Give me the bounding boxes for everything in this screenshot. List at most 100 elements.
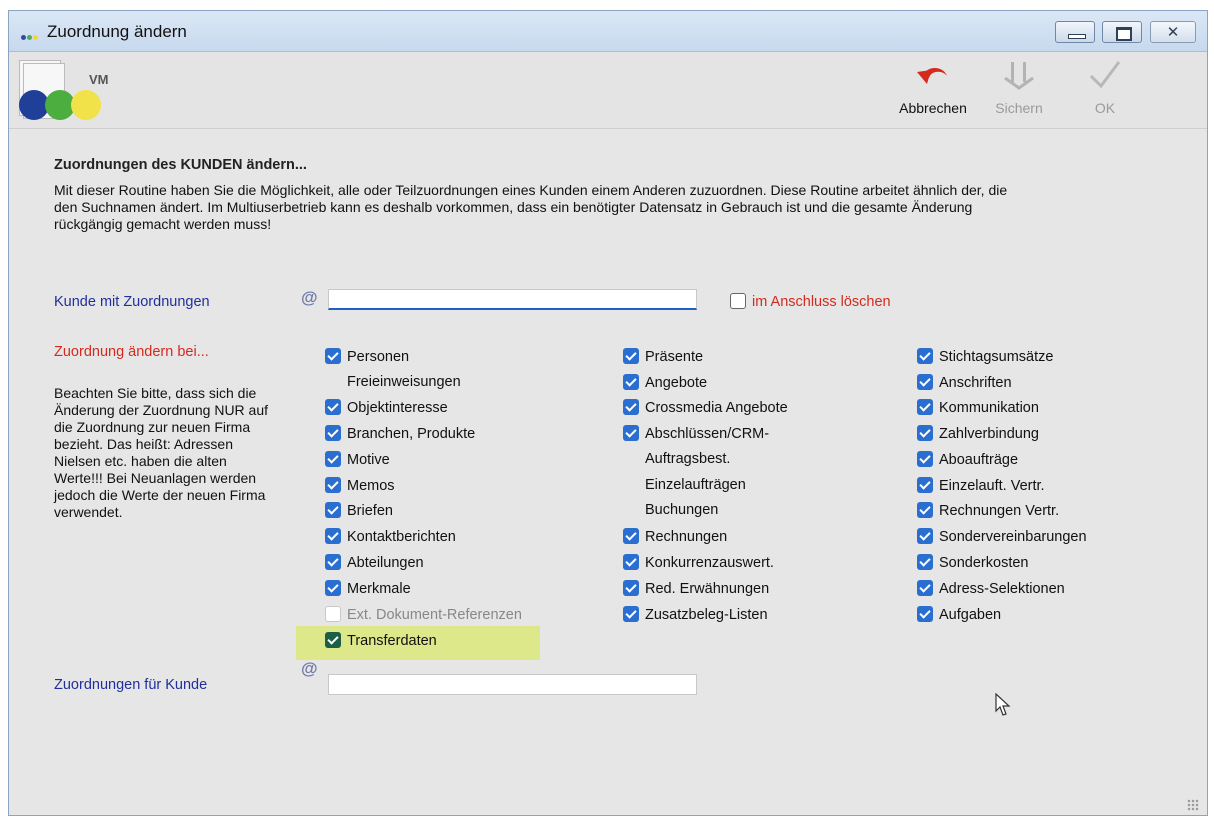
cancel-label: Abbrechen: [899, 100, 967, 116]
checkbox-box: [623, 399, 639, 415]
checkbox-label: Crossmedia Angebote: [645, 400, 788, 416]
close-icon: ✕: [1166, 24, 1180, 41]
checkbox-box: [325, 528, 341, 544]
checkbox-kontaktberichten[interactable]: Kontaktberichten: [325, 528, 456, 548]
close-button[interactable]: ✕: [1150, 21, 1196, 43]
checkbox-label: Abteilungen: [347, 555, 424, 571]
change-at-label: Zuordnung ändern bei...: [54, 344, 209, 360]
cancel-button[interactable]: Abbrechen: [893, 58, 973, 116]
checkbox-label: Kommunikation: [939, 400, 1039, 416]
checkbox-box: [623, 425, 639, 441]
checkbox-zusatzbeleg[interactable]: Zusatzbeleg-Listen: [623, 606, 768, 626]
at-icon[interactable]: @: [301, 659, 318, 679]
checkbox-label: Briefen: [347, 503, 393, 519]
checkbox-label: Abschlüssen/CRM-: [645, 426, 770, 442]
checkbox-adress-selektionen[interactable]: Adress-Selektionen: [917, 580, 1065, 600]
checkbox-box: [623, 374, 639, 390]
checkbox-label: Zusatzbeleg-Listen: [645, 607, 768, 623]
checkbox-box: [325, 632, 341, 648]
checkbox-label: Red. Erwähnungen: [645, 581, 770, 597]
checkbox-kommunikation[interactable]: Kommunikation: [917, 399, 1039, 419]
delete-after-checkbox[interactable]: im Anschluss löschen: [730, 293, 891, 313]
description-text: Mit dieser Routine haben Sie die Möglich…: [54, 182, 1008, 232]
checkbox-label: Aboaufträge: [939, 452, 1019, 468]
checkbox-briefen[interactable]: Briefen: [325, 502, 393, 522]
minimize-button[interactable]: [1055, 21, 1095, 43]
logo-text: VM: [89, 72, 109, 87]
checkbox-label: Sonderkosten: [939, 555, 1029, 571]
minimize-icon: [1068, 34, 1086, 39]
checkbox-motive[interactable]: Motive: [325, 451, 390, 471]
vm-logo: VM: [19, 60, 129, 126]
checkbox-konkurrenzauswert[interactable]: Konkurrenzauswert.: [623, 554, 774, 574]
checkbox-label: Auftragsbest.: [645, 451, 731, 467]
resize-grip-icon[interactable]: [1187, 799, 1199, 811]
checkbox-anschriften[interactable]: Anschriften: [917, 374, 1012, 394]
checkbox-box: [917, 374, 933, 390]
toolbar: VM Abbrechen Sichern OK: [9, 52, 1207, 129]
checkbox-red-erwaehnungen[interactable]: Red. Erwähnungen: [623, 580, 769, 600]
checkbox-box: [917, 451, 933, 467]
checkbox-label: Freieinweisungen: [347, 374, 461, 390]
checkbox-einzelauft-vertr[interactable]: Einzelauft. Vertr.: [917, 477, 1045, 497]
checkbox-transferdaten[interactable]: Transferdaten: [325, 632, 437, 652]
ok-label: OK: [1094, 100, 1116, 116]
ok-button[interactable]: OK: [1085, 58, 1125, 116]
checkbox-label: Adress-Selektionen: [939, 581, 1065, 597]
checkbox-box: [623, 554, 639, 570]
checkbox-label: Aufgaben: [939, 607, 1002, 623]
checkbox-abschluessen[interactable]: Abschlüssen/CRM-: [623, 425, 769, 445]
checkbox-label: Transferdaten: [347, 633, 437, 649]
title-bar[interactable]: Zuordnung ändern ✕: [9, 11, 1207, 52]
at-icon[interactable]: @: [301, 288, 318, 308]
save-arrows-icon: [989, 58, 1049, 98]
checkbox-label: Motive: [347, 452, 390, 468]
checkbox-ext-dokument[interactable]: Ext. Dokument-Referenzen: [325, 606, 522, 626]
checkbox-label: Kontaktberichten: [347, 529, 456, 545]
checkbox-box: [917, 580, 933, 596]
checkbox-box: [917, 348, 933, 364]
checkbox-rechnungen-vertr[interactable]: Rechnungen Vertr.: [917, 502, 1059, 522]
checkbox-box: [325, 580, 341, 596]
checkbox-label: Einzelauft. Vertr.: [939, 478, 1045, 494]
checkbox-merkmale[interactable]: Merkmale: [325, 580, 411, 600]
checkbox-label: Objektinteresse: [347, 400, 448, 416]
target-input[interactable]: [328, 674, 697, 695]
label-auftragsbest: Auftragsbest.: [623, 451, 730, 471]
checkbox-crossmedia[interactable]: Crossmedia Angebote: [623, 399, 788, 419]
checkbox-label: Merkmale: [347, 581, 411, 597]
checkbox-aboauftraege[interactable]: Aboaufträge: [917, 451, 1018, 471]
label-buchungen: Buchungen: [623, 502, 718, 522]
checkbox-objektinteresse[interactable]: Objektinteresse: [325, 399, 448, 419]
checkbox-branchen[interactable]: Branchen, Produkte: [325, 425, 475, 445]
checkbox-personen[interactable]: Personen: [325, 348, 409, 368]
checkbox-rechnungen[interactable]: Rechnungen: [623, 528, 727, 548]
checkbox-label: Rechnungen Vertr.: [939, 503, 1060, 519]
kunde-input[interactable]: [328, 289, 697, 310]
checkbox-label: Stichtagsumsätze: [939, 349, 1054, 365]
checkbox-angebote[interactable]: Angebote: [623, 374, 707, 394]
checkbox-box: [917, 502, 933, 518]
checkbox-label: Angebote: [645, 375, 708, 391]
content-area: Zuordnungen des KUNDEN ändern... Mit die…: [9, 129, 1207, 817]
app-dots-icon: [21, 27, 39, 40]
checkbox-abteilungen[interactable]: Abteilungen: [325, 554, 424, 574]
checkbox-memos[interactable]: Memos: [325, 477, 395, 497]
checkbox-praesente[interactable]: Präsente: [623, 348, 703, 368]
checkbox-stichtagsumsaetze[interactable]: Stichtagsumsätze: [917, 348, 1053, 368]
maximize-button[interactable]: [1102, 21, 1142, 43]
checkbox-box: [325, 554, 341, 570]
target-label: Zuordnungen für Kunde: [54, 677, 208, 693]
checkbox-aufgaben[interactable]: Aufgaben: [917, 606, 1001, 626]
checkbox-label: Buchungen: [645, 502, 719, 518]
checkbox-sondervereinbarungen[interactable]: Sondervereinbarungen: [917, 528, 1087, 548]
checkbox-label: Personen: [347, 349, 410, 365]
checkbox-box: [623, 606, 639, 622]
save-button[interactable]: Sichern: [989, 58, 1049, 116]
checkbox-box: [917, 554, 933, 570]
delete-after-label: im Anschluss löschen: [752, 294, 891, 310]
checkbox-zahlverbindung[interactable]: Zahlverbindung: [917, 425, 1039, 445]
checkbox-box: [623, 528, 639, 544]
checkbox-sonderkosten[interactable]: Sonderkosten: [917, 554, 1028, 574]
kunde-label: Kunde mit Zuordnungen: [54, 294, 210, 310]
